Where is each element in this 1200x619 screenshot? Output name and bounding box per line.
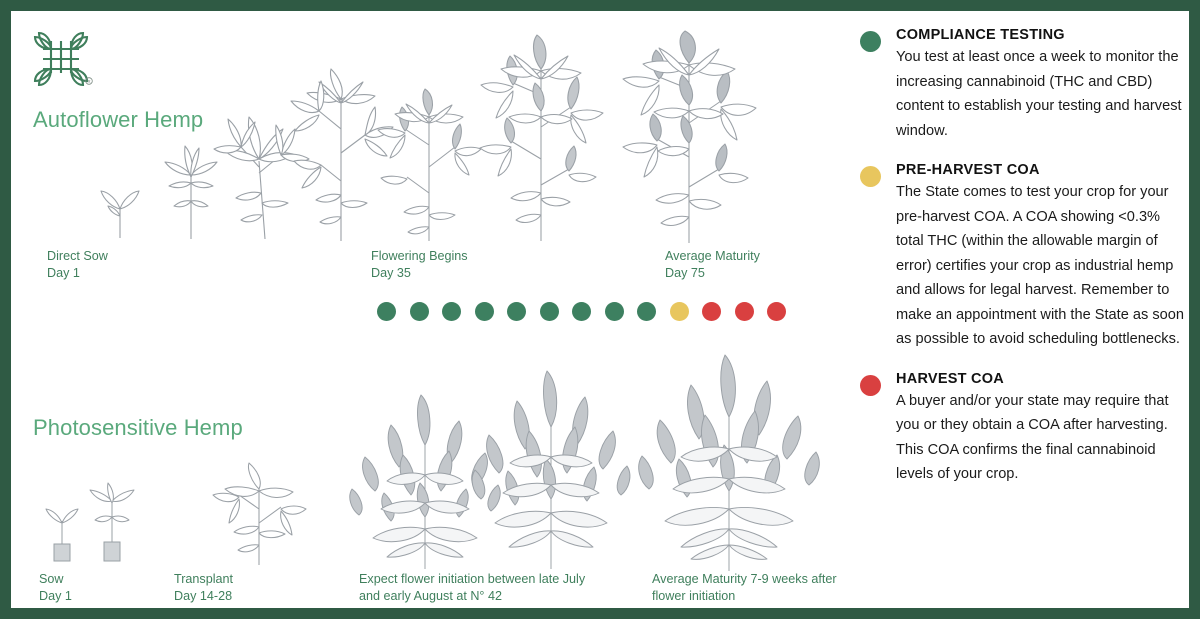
caption-average-maturity-auto-name: Average Maturity <box>665 249 760 263</box>
legend-dot-green <box>860 31 881 52</box>
legend-panel: COMPLIANCE TESTING You test at least once… <box>851 25 1189 605</box>
timeline-dot-red-13 <box>767 302 786 321</box>
timeline-dot-green-8 <box>604 302 624 321</box>
caption-average-maturity-auto-day: Day 75 <box>665 265 705 280</box>
legend-dot-yellow <box>860 166 881 187</box>
caption-sow: Sow Day 1 <box>39 571 72 604</box>
timeline-dot-red-12 <box>734 302 754 321</box>
plant-autoflower-stage-7-mature <box>617 30 767 243</box>
infographic-canvas: R Autoflower Hemp Photosensitive Hemp Di… <box>11 11 1189 608</box>
timeline-dot-green-3 <box>442 302 461 321</box>
timeline-dot-green-9 <box>637 302 656 321</box>
section-title-autoflower: Autoflower Hemp <box>33 107 204 132</box>
caption-sow-day: Day 1 <box>39 588 72 603</box>
timeline-dot-green-4 <box>474 302 494 321</box>
caption-flowering-begins-name: Flowering Begins <box>371 249 468 263</box>
legend-item-0: COMPLIANCE TESTING You test at least once… <box>851 25 1189 143</box>
caption-transplant: Transplant Day 14-28 <box>174 571 233 604</box>
timeline-dot-green-6 <box>539 302 559 321</box>
legend-body: You test at least once a week to monitor… <box>896 49 1182 139</box>
caption-sow-name: Sow <box>39 572 64 586</box>
caption-direct-sow-name: Direct Sow <box>47 249 108 263</box>
legend-body: The State comes to test your crop for yo… <box>896 184 1184 347</box>
plant-photo-stage-3-transplanted <box>211 461 307 565</box>
legend-item-1: PRE-HARVEST COA The State comes to test y… <box>851 160 1189 352</box>
timeline-dot-red-11 <box>702 302 721 321</box>
caption-average-maturity-auto: Average Maturity Day 75 <box>665 248 760 281</box>
caption-direct-sow: Direct Sow Day 1 <box>47 248 108 281</box>
legend-item-2: HARVEST COA A buyer and/or your state may… <box>851 369 1189 487</box>
caption-direct-sow-day: Day 1 <box>47 265 80 280</box>
timeline-dot-green-7 <box>572 302 591 321</box>
infographic-frame: R Autoflower Hemp Photosensitive Hemp Di… <box>0 0 1200 619</box>
caption-flower-initiation: Expect flower initiation between late Ju… <box>359 572 586 603</box>
caption-flowering-begins-day: Day 35 <box>371 265 411 280</box>
plant-photo-stage-2-potted-seedling <box>87 482 137 562</box>
timeline-dot-green-2 <box>409 302 429 321</box>
timeline-dot-green-5 <box>507 302 526 321</box>
legend-heading: HARVEST COA <box>896 370 1005 387</box>
legend-dot-red <box>860 374 881 396</box>
plant-photo-stage-1-potted-sprout <box>41 503 83 562</box>
section-title-photosensitive: Photosensitive Hemp <box>33 415 243 440</box>
timeline-dot-yellow-10 <box>669 302 689 321</box>
caption-average-maturity-photo: Average Maturity 7-9 weeks after flower … <box>652 572 837 603</box>
timeline-dot-green-1 <box>377 302 396 321</box>
legend-heading: COMPLIANCE TESTING <box>896 27 1065 43</box>
plant-photo-stage-5-flowering-bush <box>463 369 639 569</box>
compliance-test-timeline <box>377 302 786 321</box>
caption-flowering-begins: Flowering Begins Day 35 <box>371 248 468 281</box>
plant-photo-stage-6-mature <box>631 354 827 571</box>
legend-heading: PRE-HARVEST COA <box>896 162 1040 178</box>
legend-body: A buyer and/or your state may require th… <box>896 392 1169 483</box>
svg-text:R: R <box>87 79 90 84</box>
caption-transplant-day: Day 14-28 <box>174 588 233 603</box>
plant-autoflower-stage-6 <box>473 34 613 241</box>
hemp-knot-logo-icon: R <box>29 27 93 87</box>
plant-autoflower-stage-1 <box>93 176 149 238</box>
caption-transplant-name: Transplant <box>174 572 234 586</box>
